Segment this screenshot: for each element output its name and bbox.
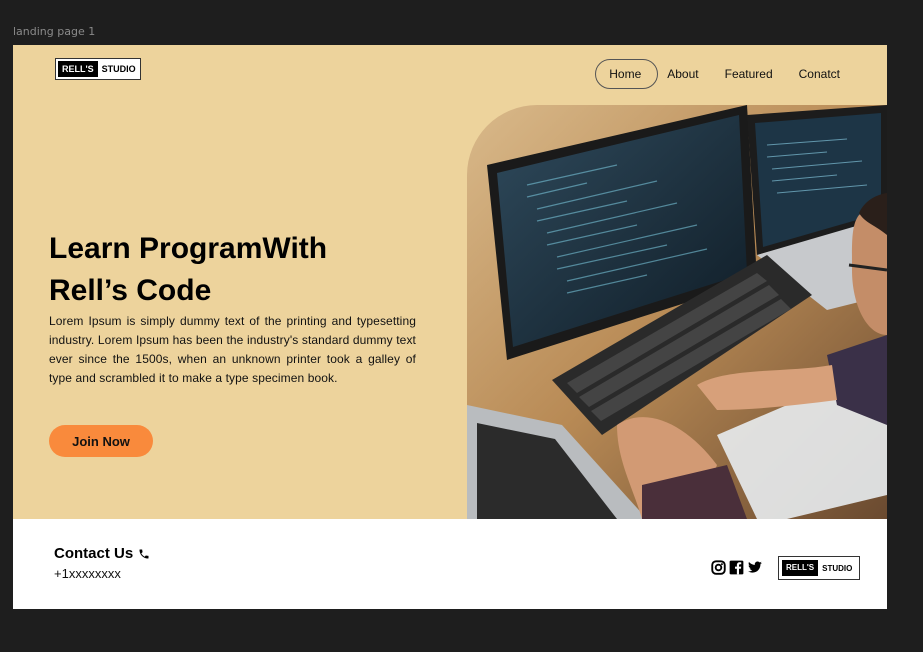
facebook-icon[interactable] (729, 560, 744, 575)
social-links (711, 560, 763, 575)
twitter-icon[interactable] (747, 560, 763, 575)
footer: Contact Us +1xxxxxxxx RELL'S STUDIO (13, 519, 887, 609)
contact-title: Contact Us (54, 545, 150, 562)
frame-label[interactable]: landing page 1 (13, 25, 95, 38)
hero-title-line2: Rell’s Code (49, 274, 212, 307)
logo-light-text: STUDIO (101, 64, 136, 74)
contact-phone[interactable]: +1xxxxxxxx (54, 566, 121, 581)
logo-dark-text: RELL'S (58, 61, 98, 77)
join-now-button[interactable]: Join Now (49, 425, 153, 457)
hero-title-line1: Learn ProgramWith (49, 232, 328, 265)
nav-featured[interactable]: Featured (716, 60, 782, 88)
phone-icon (139, 549, 149, 558)
contact-title-text: Contact Us (54, 545, 134, 562)
nav-contact[interactable]: Conatct (790, 60, 849, 88)
nav-about[interactable]: About (658, 60, 707, 88)
footer-logo-dark-text: RELL'S (782, 560, 819, 576)
studio-logo[interactable]: RELL'S STUDIO (55, 58, 141, 80)
footer-studio-logo[interactable]: RELL'S STUDIO (778, 556, 861, 580)
instagram-icon[interactable] (711, 560, 726, 575)
hero-image (467, 105, 887, 519)
hero-description: Lorem Ipsum is simply dummy text of the … (49, 314, 416, 385)
programmer-photo-illustration (467, 105, 887, 519)
footer-logo-light-text: STUDIO (822, 563, 853, 573)
nav-home[interactable]: Home (595, 59, 659, 89)
landing-page-frame: RELL'S STUDIO Home About Featured Conatc… (13, 45, 887, 609)
main-nav: Home About Featured Conatct (595, 59, 849, 89)
hero-title: Learn ProgramWith Rell’s Code (49, 228, 327, 312)
